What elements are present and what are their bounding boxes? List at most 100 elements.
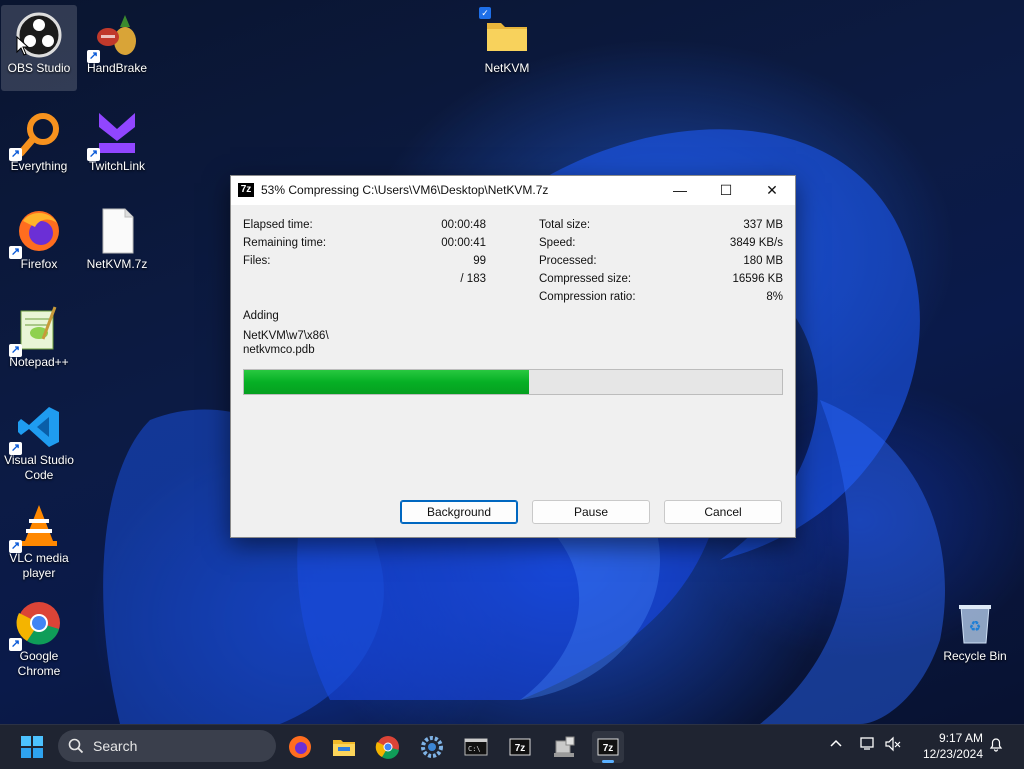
desktop-icon-label: Google Chrome [17, 649, 61, 678]
desktop-icon-label: Visual Studio Code [4, 453, 74, 482]
shortcut-arrow-icon: ↗ [87, 148, 100, 161]
elapsed-time-value: 00:00:48 [441, 219, 486, 231]
clock-time: 9:17 AM [938, 731, 983, 745]
show-hidden-icons-button[interactable] [829, 736, 843, 753]
desktop-icon-everything[interactable]: ↗ Everything [1, 103, 77, 189]
desktop-icon-firefox[interactable]: ↗ Firefox [1, 201, 77, 287]
search-placeholder: Search [93, 738, 138, 754]
dialog-title: 53% Compressing C:\Users\VM6\Desktop\Net… [261, 183, 549, 197]
shortcut-arrow-icon: ↗ [9, 442, 22, 455]
desktop-icon-notepadpp[interactable]: ↗ Notepad++ [1, 299, 77, 385]
file-explorer-icon [333, 740, 355, 756]
current-path-dir: NetKVM\w7\x86\ [243, 330, 329, 342]
bell-icon [989, 738, 1003, 752]
background-button[interactable]: Background [400, 500, 518, 524]
taskbar-network-tool[interactable] [548, 731, 580, 763]
desktop-icon-label: TwitchLink [88, 159, 146, 173]
vscode-icon: ↗ [9, 403, 63, 455]
checkbox-icon[interactable]: ✓ [479, 7, 491, 19]
compression-ratio-value: 8% [766, 291, 783, 303]
desktop-icon-chrome[interactable]: ↗ Google Chrome [1, 593, 77, 679]
desktop-icon-label: Notepad++ [9, 355, 69, 369]
remaining-time-label: Remaining time: [243, 237, 327, 249]
shortcut-arrow-icon: ↗ [9, 540, 22, 553]
desktop-icon-label: Everything [10, 159, 68, 173]
total-size-value: 337 MB [743, 219, 783, 231]
compressed-size-label: Compressed size: [539, 273, 632, 285]
clock[interactable]: 9:17 AM 12/23/2024 [917, 730, 983, 762]
taskbar-firefox[interactable] [284, 731, 316, 763]
desktop-icon-label: OBS Studio [7, 61, 71, 75]
speed-label: Speed: [539, 237, 576, 249]
desktop-icon-netkvm-7z[interactable]: NetKVM.7z [79, 201, 155, 287]
processed-value: 180 MB [743, 255, 783, 267]
clock-date: 12/23/2024 [922, 747, 983, 761]
vlc-icon: ↗ [9, 501, 63, 553]
shortcut-arrow-icon: ↗ [9, 638, 22, 651]
chevron-up-icon [830, 739, 842, 747]
taskbar-chrome[interactable] [372, 731, 404, 763]
svg-text:7z: 7z [603, 743, 614, 754]
taskbar-file-explorer[interactable] [328, 731, 360, 763]
search-icon [68, 738, 84, 754]
desktop-icon-vscode[interactable]: ↗ Visual Studio Code [1, 397, 77, 483]
progress-fill [244, 370, 530, 394]
7zip-active-icon: 7z [597, 738, 619, 756]
desktop-icon-vlc[interactable]: ↗ VLC media player [1, 495, 77, 581]
compress-progress-dialog: 7z 53% Compressing C:\Users\VM6\Desktop\… [230, 175, 796, 538]
desktop-icon-twitchlink[interactable]: ↗ TwitchLink [79, 103, 155, 189]
files-total: / 183 [460, 273, 486, 285]
close-button[interactable]: ✕ [749, 176, 795, 205]
taskbar-7zip-active[interactable]: 7z [592, 731, 624, 763]
pause-button[interactable]: Pause [532, 500, 650, 524]
everything-search-icon: ↗ [9, 109, 63, 161]
notepadpp-icon: ↗ [9, 305, 63, 357]
files-label: Files: [243, 255, 271, 267]
firefox-icon [289, 736, 311, 758]
dialog-titlebar[interactable]: 7z 53% Compressing C:\Users\VM6\Desktop\… [231, 176, 795, 205]
remaining-time-value: 00:00:41 [441, 237, 486, 249]
terminal-icon: C:\ [464, 738, 488, 756]
file-icon [93, 207, 141, 255]
taskbar-search-box[interactable]: Search [58, 730, 276, 762]
desktop-icon-obs-studio[interactable]: OBS Studio [1, 5, 77, 91]
start-button[interactable] [16, 731, 48, 763]
desktop-icon-label: HandBrake [86, 61, 148, 75]
maximize-button[interactable]: ☐ [703, 176, 749, 205]
compression-ratio-label: Compression ratio: [539, 291, 636, 303]
speed-value: 3849 KB/s [729, 237, 783, 249]
current-file-name: netkvmco.pdb [243, 344, 315, 356]
recycle-bin-icon: ♻ [951, 599, 999, 647]
volume-button[interactable] [884, 736, 902, 755]
taskbar-7zip[interactable]: 7z [504, 731, 536, 763]
desktop-icon-recycle-bin[interactable]: ♻ Recycle Bin [937, 593, 1013, 679]
svg-text:7z: 7z [515, 743, 526, 754]
network-disconnected-icon [860, 737, 874, 750]
shortcut-arrow-icon: ↗ [9, 344, 22, 357]
network-status-button[interactable] [860, 736, 878, 755]
network-drive-icon [554, 736, 575, 757]
desktop-icon-handbrake[interactable]: ↗ HandBrake [79, 5, 155, 91]
cancel-button[interactable]: Cancel [664, 500, 782, 524]
7zip-icon: 7z [509, 738, 531, 756]
shortcut-arrow-icon: ↗ [9, 148, 22, 161]
handbrake-icon: ↗ [87, 11, 141, 63]
total-size-label: Total size: [539, 219, 591, 231]
taskbar-terminal[interactable]: C:\ [460, 731, 492, 763]
processed-label: Processed: [539, 255, 597, 267]
dialog-body: Elapsed time: 00:00:48 Remaining time: 0… [231, 205, 795, 537]
windows-start-icon [21, 736, 43, 758]
svg-text:♻: ♻ [969, 619, 982, 635]
desktop-icon-label: Firefox [20, 257, 58, 271]
shortcut-arrow-icon: ↗ [9, 246, 22, 259]
minimize-button[interactable]: — [657, 176, 703, 205]
shortcut-arrow-icon: ↗ [87, 50, 100, 63]
speaker-muted-icon [885, 736, 901, 752]
settings-icon [421, 736, 443, 758]
firefox-icon: ↗ [9, 207, 63, 259]
taskbar-settings[interactable] [416, 731, 448, 763]
desktop-icon-netkvm-folder[interactable]: ✓ NetKVM [469, 5, 545, 91]
notifications-button[interactable] [988, 736, 1004, 755]
desktop-icon-label: VLC media player [9, 551, 69, 580]
chrome-icon: ↗ [9, 599, 63, 651]
